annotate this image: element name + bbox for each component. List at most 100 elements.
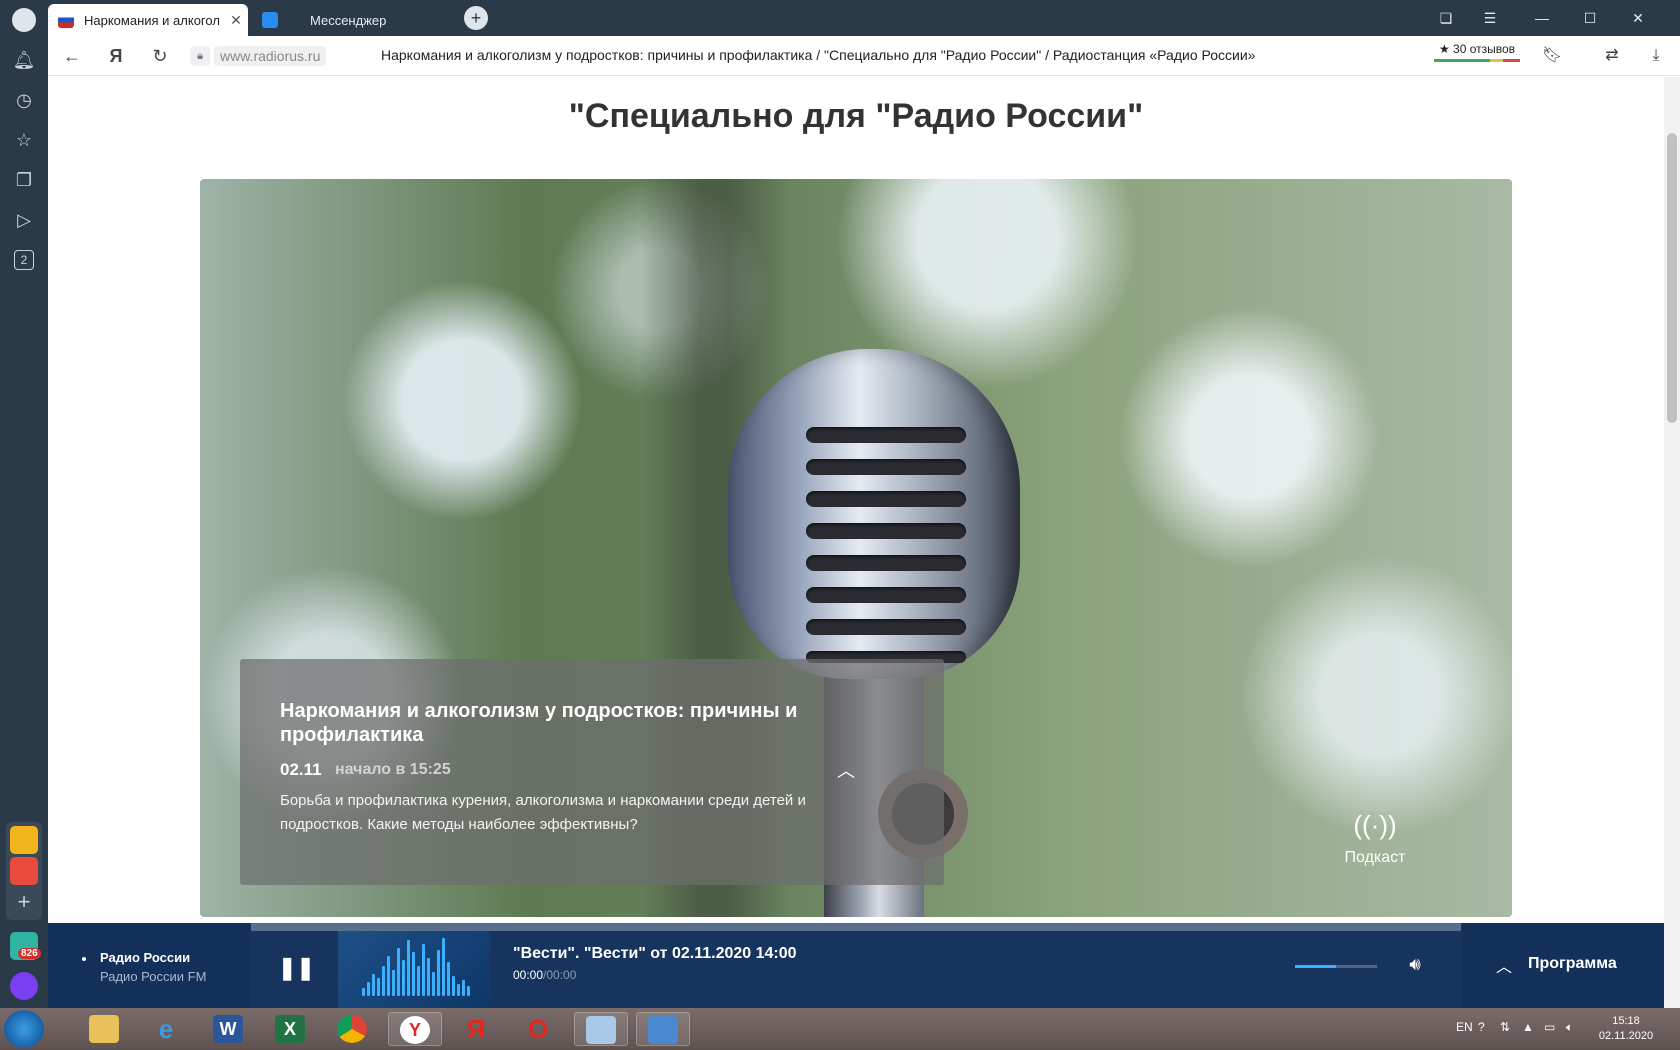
taskbar-word[interactable]: W — [202, 1012, 256, 1046]
episode-start-time: начало в 15:25 — [335, 761, 451, 778]
window-icon — [586, 1016, 616, 1044]
taskbar-yandex[interactable]: Я — [450, 1012, 504, 1046]
taskbar-ie[interactable]: e — [140, 1012, 194, 1046]
add-app-icon[interactable]: + — [12, 890, 36, 914]
mic-grille-slot — [806, 619, 966, 635]
podcast-button[interactable]: ((·)) Подкаст — [1320, 809, 1430, 867]
collections-icon[interactable]: ❐ — [12, 168, 36, 192]
taskbar-opera[interactable]: O — [512, 1012, 566, 1046]
back-arrow-icon[interactable]: ← — [60, 44, 84, 68]
waveform-bar — [362, 988, 365, 996]
tray-expand-icon[interactable]: ▲ — [1522, 1020, 1534, 1034]
waveform-bar — [392, 970, 395, 996]
station-subtitle: Радио России FM — [100, 969, 207, 984]
taskbar-window-1[interactable] — [574, 1012, 628, 1046]
taskbar-explorer[interactable] — [78, 1012, 132, 1046]
waveform-bar — [417, 966, 420, 996]
waveform-bar — [442, 938, 445, 996]
taskbar-chrome[interactable] — [326, 1012, 380, 1046]
system-clock[interactable]: 15:18 02.11.2020 — [1588, 1014, 1664, 1044]
messenger-favicon-icon — [262, 12, 278, 28]
volume-fill — [1295, 965, 1336, 968]
language-indicator[interactable]: EN — [1456, 1020, 1473, 1034]
reload-icon[interactable]: ↻ — [148, 44, 172, 68]
url-field[interactable]: www.radiorus.ru — [214, 46, 327, 66]
chrome-icon — [337, 1015, 367, 1043]
tabs-counter-icon[interactable]: 2 — [14, 250, 34, 270]
episode-info-panel: Наркомания и алкоголизм у подростков: пр… — [240, 659, 944, 885]
volume-slider[interactable] — [1295, 965, 1377, 968]
waveform-bar — [367, 982, 370, 996]
collapse-chevron-up-icon[interactable]: ︿ — [834, 759, 858, 783]
bookmark-icon[interactable]: 🔖︎ — [1540, 44, 1564, 68]
episode-date: 02.11 — [280, 760, 322, 779]
reviews-text: ★ 30 отзывов — [1438, 42, 1516, 56]
windows-taskbar: e W X Y Я O EN ? ⇅ ▲ ▭ 🔈︎ 15:18 02.11.20… — [0, 1008, 1680, 1050]
display-icon[interactable]: ▭ — [1544, 1020, 1555, 1034]
podcast-label: Подкаст — [1344, 849, 1406, 866]
lock-icon[interactable]: 🔒︎ — [190, 46, 210, 66]
station-name: Радио России — [100, 950, 191, 965]
page-title-text: Наркомания и алкоголизм у подростков: пр… — [381, 47, 1256, 63]
waveform-bar — [412, 952, 415, 996]
player-progress-bar[interactable] — [251, 923, 1461, 931]
mic-grille-slot — [806, 523, 966, 539]
station-info[interactable]: Радио России Радио России FM — [48, 923, 250, 1008]
history-icon[interactable]: ◷ — [12, 88, 36, 112]
waveform-thumbnail — [338, 931, 490, 1008]
section-title: "Специально для "Радио России" — [568, 97, 1144, 135]
track-title: "Вести". "Вести" от 02.11.2020 14:00 — [513, 945, 797, 962]
taskbar-window-2[interactable] — [636, 1012, 690, 1046]
radiorus-favicon-icon — [58, 12, 74, 28]
media-play-icon[interactable]: ▷ — [12, 208, 36, 232]
browser-sidebar: 🔔︎ ◷ ☆ ❐ ▷ 2 + 826 — [0, 0, 48, 1008]
page-content: "Специально для "Радио России" Наркомани… — [48, 77, 1664, 923]
maximize-icon[interactable]: ☐ — [1572, 4, 1608, 32]
program-button[interactable]: ︿ Программа — [1462, 923, 1664, 1008]
pause-button[interactable]: ❚❚ — [278, 957, 315, 979]
tab-article[interactable]: Наркомания и алкогол ✕ — [48, 4, 248, 36]
waveform-bar — [462, 980, 465, 996]
opera-icon: O — [527, 1014, 549, 1044]
hero-banner: Наркомания и алкоголизм у подростков: пр… — [200, 179, 1512, 917]
waveform-bar — [407, 940, 410, 996]
new-tab-button[interactable]: + — [464, 6, 488, 30]
waveform-bar — [432, 972, 435, 996]
close-window-icon[interactable]: ✕ — [1620, 4, 1656, 32]
yandex-icon: Я — [466, 1014, 486, 1044]
live-dot — [82, 957, 86, 961]
mic-grille-slot — [806, 555, 966, 571]
network-icon[interactable]: ⇅ — [1500, 1020, 1510, 1034]
speaker-icon[interactable]: 🔊︎ — [1404, 953, 1426, 975]
taskbar-excel[interactable]: X — [264, 1012, 318, 1046]
tab-manager-icon[interactable]: ❏ — [1428, 4, 1464, 32]
waveform-bar — [447, 962, 450, 996]
waveform-bar — [437, 950, 440, 996]
tab-messenger[interactable]: Мессенджер — [252, 4, 452, 36]
notifications-icon[interactable]: 🔔︎ — [12, 48, 36, 72]
reviews-badge[interactable]: ★ 30 отзывов — [1434, 42, 1520, 62]
ie-icon: e — [158, 1014, 174, 1044]
start-button[interactable] — [4, 1010, 44, 1048]
yandex-logo-icon[interactable]: Я — [104, 44, 128, 68]
scrollbar-thumb[interactable] — [1667, 133, 1677, 423]
close-tab-icon[interactable]: ✕ — [224, 12, 248, 29]
waveform-bar — [467, 986, 470, 996]
episode-title[interactable]: Наркомания и алкоголизм у подростков: пр… — [280, 699, 880, 747]
alice-assistant-icon[interactable] — [10, 972, 38, 1000]
track-time: 00:00/00:00 — [513, 968, 576, 982]
profile-avatar-icon[interactable] — [12, 8, 36, 32]
mail-app-icon[interactable] — [10, 857, 38, 885]
minimize-icon[interactable]: — — [1524, 4, 1560, 32]
mic-grille-slot — [806, 427, 966, 443]
download-icon[interactable]: ⤓ — [1644, 44, 1668, 68]
volume-tray-icon[interactable]: 🔈︎ — [1566, 1020, 1573, 1035]
podcast-antenna-icon: ((·)) — [1353, 810, 1397, 840]
taskbar-yandex-browser[interactable]: Y — [388, 1012, 442, 1046]
translate-icon[interactable]: ⇄ — [1600, 44, 1624, 68]
bookmarks-star-icon[interactable]: ☆ — [12, 128, 36, 152]
menu-icon[interactable]: ☰ — [1472, 4, 1508, 32]
market-app-icon[interactable] — [10, 826, 38, 854]
folder-icon — [89, 1015, 119, 1043]
help-icon[interactable]: ? — [1478, 1020, 1485, 1034]
